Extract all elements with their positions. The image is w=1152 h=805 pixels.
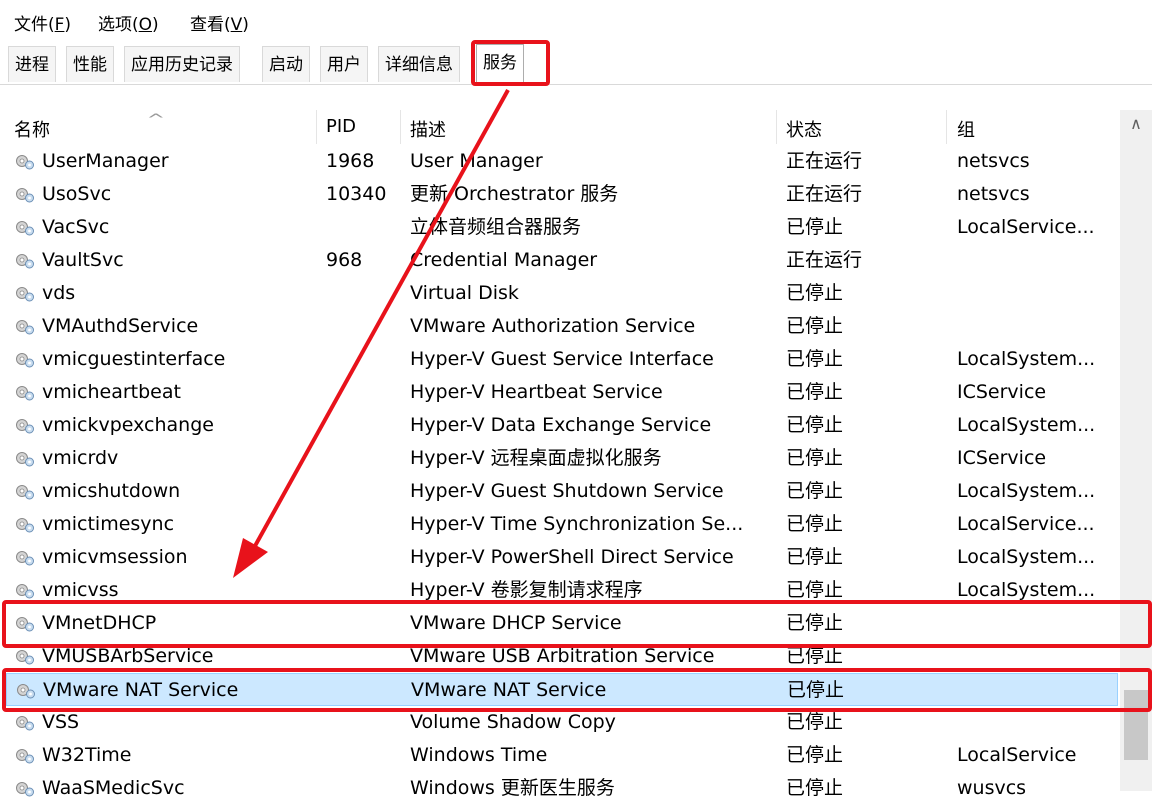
annotation-arrow bbox=[233, 89, 510, 578]
